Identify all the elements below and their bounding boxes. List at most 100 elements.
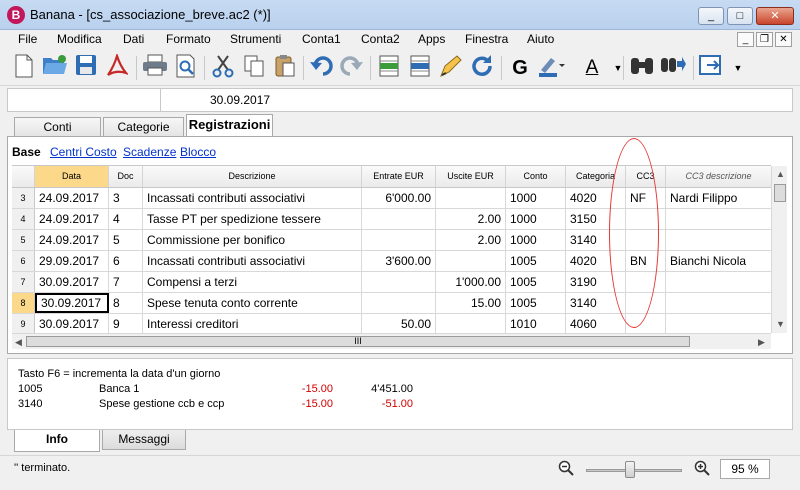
cell-account[interactable]: 1000 [506,230,566,250]
cell-cc3-description[interactable] [666,272,771,292]
cell-income[interactable] [362,209,436,229]
save-icon[interactable] [72,54,100,82]
cell-cc3-description[interactable]: Nardi Filippo [666,188,771,208]
redo-icon[interactable] [337,54,365,82]
cell-account[interactable]: 1005 [506,251,566,271]
row-number[interactable]: 3 [12,188,35,208]
cell-cc3-description[interactable] [666,230,771,250]
header-descrizione[interactable]: Descrizione [143,166,362,187]
cell-category[interactable]: 4060 [566,314,626,334]
header-doc[interactable]: Doc [109,166,143,187]
close-button[interactable]: ✕ [756,7,794,25]
menu-conta1[interactable]: Conta1 [302,32,341,46]
menu-formato[interactable]: Formato [166,32,211,46]
print-icon[interactable] [141,54,169,82]
highlight-color-icon[interactable] [537,54,565,82]
cell-description[interactable]: Spese tenuta conto corrente [143,293,362,313]
scroll-down-icon[interactable]: ▼ [776,319,785,329]
header-entrate[interactable]: Entrate EUR [362,166,436,187]
print-preview-icon[interactable] [172,54,200,82]
cell-expense[interactable] [436,314,506,334]
cell-cc3-description[interactable]: Bianchi Nicola [666,251,771,271]
cell-description[interactable]: Tasse PT per spedizione tessere [143,209,362,229]
cell-doc[interactable]: 8 [109,293,143,313]
cell-income[interactable] [362,230,436,250]
table-row[interactable]: 9 30.09.2017 9 Interessi creditori 50.00… [12,314,771,335]
cell-doc[interactable]: 4 [109,209,143,229]
horizontal-scrollbar[interactable]: ◀ III ▶ [12,333,771,349]
cell-doc[interactable]: 7 [109,272,143,292]
move-window-dropdown-icon[interactable]: ▼ [724,54,752,82]
zoom-out-icon[interactable] [558,460,574,479]
vertical-scrollbar[interactable]: ▲ ▼ [771,166,787,333]
header-uscite[interactable]: Uscite EUR [436,166,506,187]
cell-expense[interactable] [436,188,506,208]
view-blocco[interactable]: Blocco [180,145,216,159]
cell-expense[interactable]: 1'000.00 [436,272,506,292]
pdf-icon[interactable] [103,52,131,82]
view-base[interactable]: Base [12,145,41,159]
cell-account[interactable]: 1005 [506,293,566,313]
cell-account[interactable]: 1000 [506,188,566,208]
cell-editor-bar[interactable]: 30.09.2017 [7,88,793,112]
header-cc3-descrizione[interactable]: CC3 descrizione [666,166,771,187]
menu-aiuto[interactable]: Aiuto [527,32,554,46]
view-centri-costo[interactable]: Centri Costo [50,145,117,159]
cell-cc3-description[interactable] [666,293,771,313]
tab-conti[interactable]: Conti [14,117,101,136]
tab-categorie[interactable]: Categorie [103,117,184,136]
row-number[interactable]: 6 [12,251,35,271]
new-file-icon[interactable] [10,54,38,82]
cell-description[interactable]: Incassati contributi associativi [143,251,362,271]
cell-expense[interactable]: 2.00 [436,209,506,229]
bold-button[interactable]: G [506,54,534,82]
cell-date[interactable]: 29.09.2017 [35,251,109,271]
minimize-button[interactable]: _ [698,7,724,25]
table-row[interactable]: 7 30.09.2017 7 Compensi a terzi 1'000.00… [12,272,771,293]
cell-doc[interactable]: 5 [109,230,143,250]
banana-app-icon[interactable]: B [7,6,25,24]
mdi-minimize-button[interactable]: _ [737,32,754,47]
cell-date[interactable]: 24.09.2017 [35,230,109,250]
cell-date[interactable]: 24.09.2017 [35,209,109,229]
menu-file[interactable]: File [18,32,37,46]
horizontal-scroll-thumb[interactable]: III [26,336,690,347]
delete-row-icon[interactable] [406,54,434,82]
row-number[interactable]: 5 [12,230,35,250]
header-conto[interactable]: Conto [506,166,566,187]
recheck-icon[interactable] [468,54,496,82]
vertical-scroll-thumb[interactable] [774,184,786,202]
go-to-icon[interactable] [659,54,687,82]
cell-account[interactable]: 1005 [506,272,566,292]
open-folder-icon[interactable] [41,54,69,82]
cell-income[interactable]: 6'000.00 [362,188,436,208]
cell-description[interactable]: Incassati contributi associativi [143,188,362,208]
cell-account[interactable]: 1010 [506,314,566,334]
cell-account[interactable]: 1000 [506,209,566,229]
paste-icon[interactable] [271,54,299,82]
scroll-right-icon[interactable]: ▶ [758,337,765,348]
cell-description[interactable]: Interessi creditori [143,314,362,334]
cell-date[interactable]: 30.09.2017 [35,314,109,334]
tab-info[interactable]: Info [14,430,100,452]
cell-date[interactable]: 30.09.2017 [35,272,109,292]
maximize-button[interactable]: □ [727,7,753,25]
scroll-up-icon[interactable]: ▲ [776,169,785,179]
mdi-restore-button[interactable]: ❐ [756,32,773,47]
cell-value-field[interactable]: 30.09.2017 [210,93,270,107]
cell-doc[interactable]: 9 [109,314,143,334]
row-number[interactable]: 4 [12,209,35,229]
undo-icon[interactable] [308,54,336,82]
copy-icon[interactable] [240,54,268,82]
table-row-selected[interactable]: 8 30.09.2017 8 Spese tenuta conto corren… [12,293,771,314]
row-number[interactable]: 9 [12,314,35,334]
tab-messaggi[interactable]: Messaggi [102,430,186,450]
text-color-button[interactable]: A [578,54,606,82]
cut-icon[interactable] [209,54,237,82]
tab-registrazioni[interactable]: Registrazioni [186,114,273,137]
menu-modifica[interactable]: Modifica [57,32,102,46]
cell-cc3-description[interactable] [666,209,771,229]
menu-dati[interactable]: Dati [123,32,144,46]
find-binoculars-icon[interactable] [628,54,656,82]
cell-description[interactable]: Compensi a terzi [143,272,362,292]
